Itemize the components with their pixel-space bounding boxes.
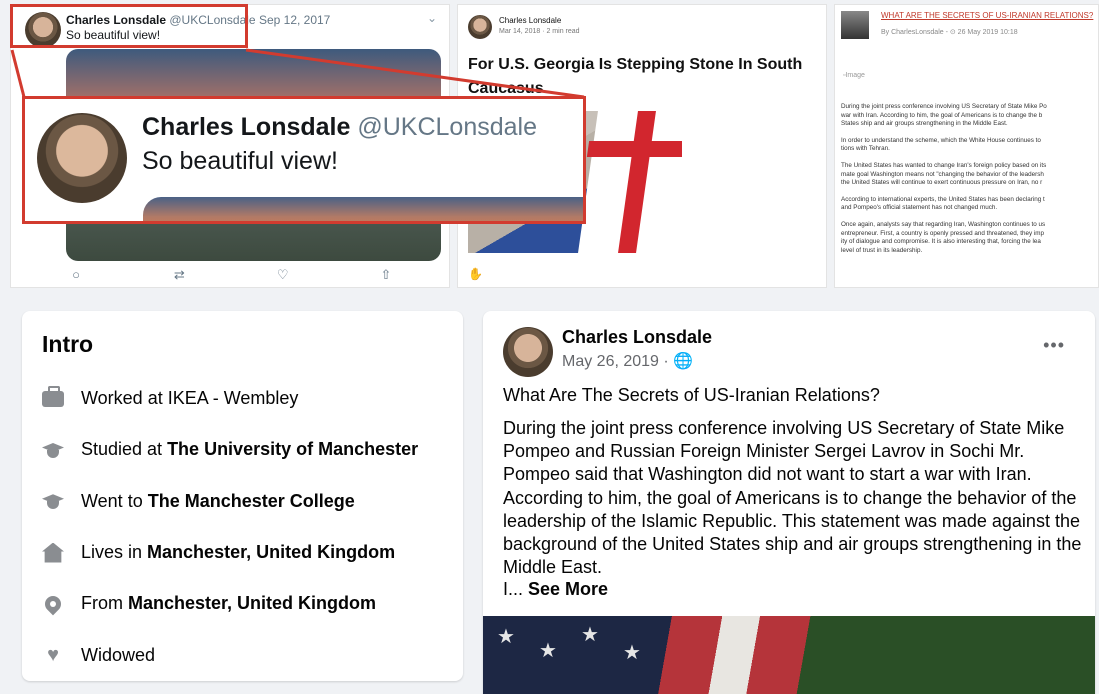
zoomed-header: Charles Lonsdale @UKCLonsdale [142, 113, 537, 142]
blog-meta: By CharlesLonsdale - ⊙ 26 May 2019 10:18 [881, 29, 1018, 36]
intro-item-prefix: Went to [81, 490, 148, 511]
intro-title: Intro [42, 331, 94, 357]
intro-item-relationship: ♥ Widowed [40, 629, 418, 680]
intro-item-prefix: Studied at [81, 439, 168, 460]
post-title: What Are The Secrets of US-Iranian Relat… [503, 385, 880, 405]
blog-paragraph: In order to understand the scheme, which… [841, 136, 1041, 153]
heart-icon: ♥ [47, 643, 59, 666]
post-avatar[interactable] [503, 327, 553, 377]
highlight-box [10, 4, 248, 48]
briefcase-icon [40, 385, 66, 411]
location-pin-icon [40, 592, 66, 616]
intro-item-strong[interactable]: Manchester, United Kingdom [147, 542, 395, 562]
medium-avatar[interactable] [468, 15, 492, 39]
clap-icon[interactable]: ✋ [468, 267, 483, 281]
share-icon[interactable]: ⇧ [376, 267, 396, 283]
graduation-cap-icon [40, 438, 66, 462]
blog-article-card: WHAT ARE THE SECRETS OF US-IRANIAN RELAT… [834, 4, 1099, 288]
zoomed-avatar [37, 113, 127, 203]
intro-item-studied: Studied at The University of Manchester [40, 424, 418, 475]
tweet-actions: ○ ⇄ ♡ ⇧ [66, 267, 396, 283]
medium-meta: Mar 14, 2018 · 2 min read [499, 28, 580, 35]
intro-item-text: Lives in Manchester, United Kingdom [81, 542, 395, 563]
post-body: During the joint press conference involv… [503, 418, 1082, 578]
reply-icon[interactable]: ○ [66, 267, 86, 283]
intro-item-text: Went to The Manchester College [81, 491, 355, 512]
like-icon[interactable]: ♡ [273, 267, 293, 283]
home-icon [40, 541, 66, 565]
star-shape: ★ [623, 642, 641, 664]
zoomed-author-name: Charles Lonsdale [142, 113, 351, 141]
chevron-down-icon[interactable]: ⌄ [427, 11, 437, 25]
post-image[interactable]: ★ ★ ★ ★ [483, 616, 1095, 694]
star-shape: ★ [539, 640, 557, 662]
zoomed-author-handle: @UKCLonsdale [357, 113, 537, 141]
intro-item-went-to: Went to The Manchester College [40, 476, 418, 527]
intro-item-prefix: Widowed [81, 644, 156, 665]
intro-item-text: Widowed [81, 645, 155, 666]
zoomed-image-strip [143, 197, 583, 221]
blog-body: During the joint press conference involv… [841, 103, 1098, 263]
blog-paragraph: During the joint press conference involv… [841, 103, 1047, 128]
post-date[interactable]: May 26, 2019 · 🌐 [562, 351, 693, 371]
intro-item-prefix: Worked at IKEA - Wembley [81, 388, 299, 409]
intro-item-strong[interactable]: The University of Manchester [167, 439, 418, 459]
blog-paragraph: The United States has wanted to change I… [841, 161, 1047, 187]
blog-broken-image: ▫Image [843, 72, 865, 79]
medium-title[interactable]: For U.S. Georgia Is Stepping Stone In So… [468, 53, 824, 101]
zoomed-tweet-callout: Charles Lonsdale @UKCLonsdale So beautif… [22, 96, 586, 224]
intro-item-strong[interactable]: The Manchester College [148, 491, 355, 511]
blog-paragraph: Once again, analysts say that regarding … [841, 220, 1046, 254]
intro-item-text: Worked at IKEA - Wembley [81, 388, 298, 409]
see-more-prefix: I... [503, 579, 529, 599]
star-shape: ★ [497, 626, 515, 648]
tweet-date[interactable]: Sep 12, 2017 [259, 13, 330, 27]
star-shape: ★ [581, 624, 599, 646]
more-options-icon[interactable]: ••• [1043, 335, 1065, 356]
blog-author-photo [841, 11, 869, 39]
blog-image-label: Image [845, 72, 865, 79]
post-author-name[interactable]: Charles Lonsdale [562, 327, 712, 348]
intro-item-text: Studied at The University of Manchester [81, 439, 418, 460]
intro-item-prefix: From [81, 593, 128, 614]
intro-item-text: From Manchester, United Kingdom [81, 593, 376, 614]
blog-title[interactable]: WHAT ARE THE SECRETS OF US-IRANIAN RELAT… [881, 11, 1093, 20]
see-more: I... See More [503, 579, 608, 600]
intro-item-work: Worked at IKEA - Wembley [40, 373, 418, 424]
intro-item-strong[interactable]: Manchester, United Kingdom [128, 593, 376, 613]
facebook-post: Charles Lonsdale May 26, 2019 · 🌐 ••• Wh… [483, 311, 1095, 694]
intro-item-prefix: Lives in [81, 542, 148, 563]
georgia-flag-cross-horizontal [586, 141, 682, 157]
graduation-cap-icon [40, 489, 66, 513]
see-more-link[interactable]: See More [528, 579, 608, 599]
intro-item-from: From Manchester, United Kingdom [40, 578, 418, 629]
intro-item-lives: Lives in Manchester, United Kingdom [40, 527, 418, 578]
intro-list: Worked at IKEA - Wembley Studied at The … [40, 373, 418, 681]
zoomed-tweet-text: So beautiful view! [142, 147, 338, 175]
blog-paragraph: According to international experts, the … [841, 195, 1045, 212]
retweet-icon[interactable]: ⇄ [169, 267, 189, 283]
medium-author[interactable]: Charles Lonsdale [499, 16, 561, 25]
intro-card: Intro Worked at IKEA - Wembley Studied a… [22, 311, 463, 681]
